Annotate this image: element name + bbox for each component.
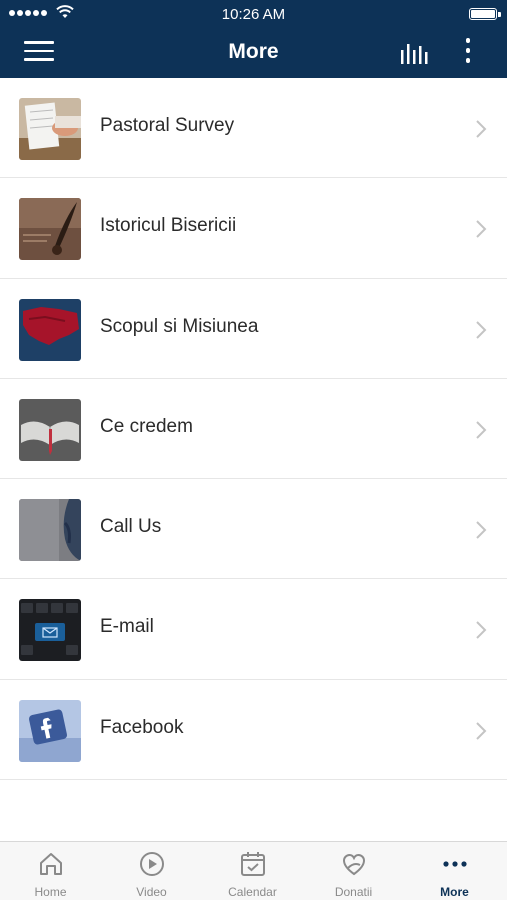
chevron-right-icon — [476, 220, 487, 239]
list-item-call-us[interactable]: Call Us — [0, 479, 507, 580]
list-item-label: Istoricul Bisericii — [100, 215, 237, 237]
map-photo-thumbnail — [19, 298, 81, 361]
audio-stats-icon[interactable] — [398, 40, 432, 66]
chevron-right-icon — [476, 722, 487, 740]
tab-label: Donatii — [334, 885, 373, 899]
bible-photo-thumbnail — [19, 398, 81, 461]
quill-photo-thumbnail — [19, 198, 81, 261]
status-bar: 10:26 AM — [0, 0, 507, 28]
list-item-label: Call Us — [100, 516, 162, 538]
facebook-photo-thumbnail — [19, 699, 81, 762]
app-header: 10:26 AM More — [0, 0, 507, 78]
chevron-right-icon — [476, 320, 487, 339]
list-item-e-mail[interactable]: E-mail — [0, 579, 507, 680]
bottom-tab-bar: Home Video Calendar Donatii More — [0, 841, 507, 900]
tab-more[interactable]: More — [404, 842, 505, 900]
battery-icon — [469, 8, 501, 20]
tab-label: Calendar — [228, 885, 277, 899]
play-icon — [140, 852, 164, 876]
phone-photo-thumbnail — [19, 499, 81, 562]
chevron-right-icon — [476, 120, 487, 138]
tab-video[interactable]: Video — [101, 842, 202, 900]
donation-icon — [342, 853, 366, 876]
list-item-ce-credem[interactable]: Ce credem — [0, 379, 507, 480]
more-menu-list: Pastoral Survey Istoricul Bisericii Scop… — [0, 78, 507, 781]
list-item-label: Pastoral Survey — [100, 115, 235, 136]
overflow-menu-icon[interactable] — [458, 38, 478, 68]
list-item-label: Scopul si Misiunea — [100, 315, 259, 337]
status-time: 10:26 AM — [221, 6, 286, 23]
more-dots-icon — [443, 861, 467, 867]
calendar-icon — [241, 852, 265, 876]
list-item-label: E-mail — [100, 616, 154, 638]
tab-label: More — [440, 885, 469, 899]
tab-donatii[interactable]: Donatii — [303, 842, 404, 900]
list-item-label: Facebook — [100, 716, 184, 738]
list-item-istoricul-bisericii[interactable]: Istoricul Bisericii — [0, 178, 507, 279]
chevron-right-icon — [476, 621, 487, 640]
tab-label: Video — [136, 885, 167, 899]
tab-home[interactable]: Home — [0, 842, 101, 900]
home-icon — [40, 853, 62, 875]
keyboard-email-photo-thumbnail — [19, 599, 81, 662]
chevron-right-icon — [476, 521, 487, 539]
list-item-scopul-si-misiunea[interactable]: Scopul si Misiunea — [0, 279, 507, 379]
list-item-pastoral-survey[interactable]: Pastoral Survey — [0, 78, 507, 179]
tab-label: Home — [34, 885, 67, 899]
list-item-label: Ce credem — [100, 415, 193, 437]
chevron-right-icon — [476, 421, 487, 439]
tab-calendar[interactable]: Calendar — [202, 842, 303, 900]
survey-photo-thumbnail — [19, 98, 81, 160]
list-item-facebook[interactable]: Facebook — [0, 680, 507, 781]
